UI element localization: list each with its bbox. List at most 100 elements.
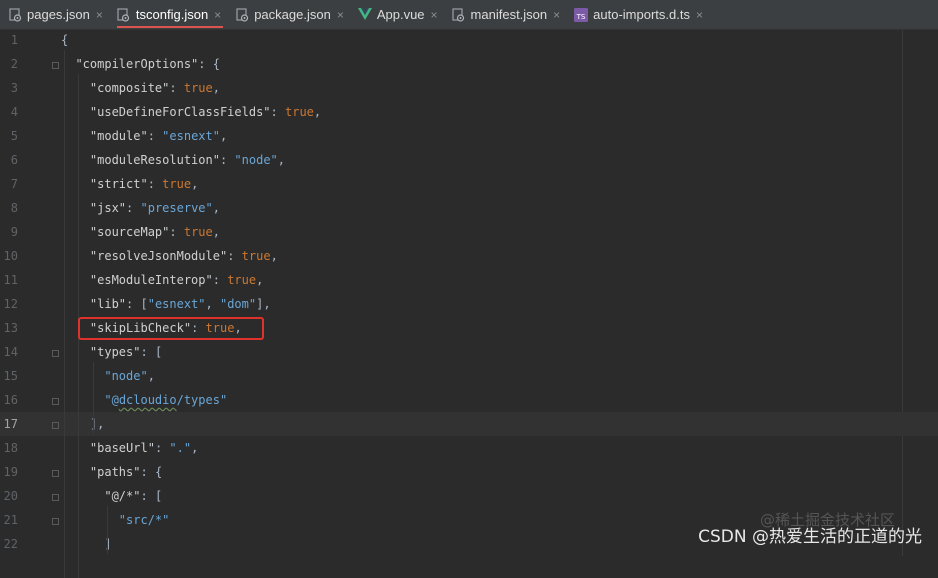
fold-marker-icon[interactable] [52,494,59,501]
code-text: "sourceMap": true, [89,225,220,239]
tab-manifest-json[interactable]: manifest.json × [444,0,567,29]
line-number: 2 [10,57,18,71]
code-line[interactable]: 3 "composite": true, [0,76,938,100]
code-line[interactable]: 16 "@dcloudio/types" [0,388,938,412]
code-text: "paths": { [89,465,163,479]
line-number: 9 [10,225,18,239]
line-number: 11 [3,273,18,287]
code-text: "jsx": "preserve", [89,201,220,215]
code-line[interactable]: 9 "sourceMap": true, [0,220,938,244]
line-number: 19 [3,465,18,479]
tab-label: manifest.json [470,7,548,22]
line-number: 17 [3,417,18,431]
code-text: "moduleResolution": "node", [89,153,286,167]
code-text: "node", [104,369,155,383]
line-number: 8 [10,201,18,215]
tab-package-json[interactable]: package.json × [227,0,350,29]
tab-label: pages.json [27,7,90,22]
tab-app-vue[interactable]: App.vue × [350,0,444,29]
svg-text:TS: TS [576,13,586,21]
code-line[interactable]: 15 "node", [0,364,938,388]
code-line[interactable]: 19 "paths": { [0,460,938,484]
code-text: ], [61,417,105,431]
code-editor[interactable]: 1{2 "compilerOptions": {3 "composite": t… [0,28,938,578]
fold-marker-icon[interactable] [52,62,59,69]
code-text: "@dcloudio/types" [104,393,228,407]
tab-label: package.json [254,7,331,22]
typescript-icon: TS [574,7,589,22]
line-number: 4 [10,105,18,119]
code-text: "strict": true, [89,177,199,191]
line-number: 15 [3,369,18,383]
json-gear-icon [8,7,22,22]
tab-tsconfig-json[interactable]: tsconfig.json × [109,0,227,29]
fold-marker-icon[interactable] [52,422,59,429]
code-line[interactable]: 4 "useDefineForClassFields": true, [0,100,938,124]
fold-marker-icon[interactable] [52,518,59,525]
json-gear-icon [117,7,131,22]
tab-auto-imports-d-ts[interactable]: TS auto-imports.d.ts × [566,0,709,29]
line-number: 14 [3,345,18,359]
code-line[interactable]: 18 "baseUrl": ".", [0,436,938,460]
line-number: 21 [3,513,18,527]
line-number: 18 [3,441,18,455]
code-line[interactable]: 5 "module": "esnext", [0,124,938,148]
code-text: "@/*": [ [104,489,163,503]
code-line[interactable]: 1{ [0,28,938,52]
code-line[interactable]: 10 "resolveJsonModule": true, [0,244,938,268]
tab-label: auto-imports.d.ts [593,7,690,22]
line-number: 16 [3,393,18,407]
code-text: "src/*" [118,513,170,527]
line-number: 10 [3,249,18,263]
line-number: 5 [10,129,18,143]
code-text: "resolveJsonModule": true, [89,249,278,263]
fold-marker-icon[interactable] [52,470,59,477]
line-number: 12 [3,297,18,311]
tab-label: tsconfig.json [135,7,209,22]
indent-guide [64,50,65,578]
code-line[interactable]: 11 "esModuleInterop": true, [0,268,938,292]
skiplibcheck-highlight-box [78,317,264,340]
code-line[interactable]: 7 "strict": true, [0,172,938,196]
fold-marker-icon[interactable] [52,350,59,357]
close-icon[interactable]: × [337,8,344,22]
close-icon[interactable]: × [553,8,560,22]
code-text: "baseUrl": ".", [89,441,199,455]
indent-guide [107,506,109,554]
line-number: 6 [10,153,18,167]
code-line[interactable]: 14 "types": [ [0,340,938,364]
line-number: 22 [3,537,18,551]
indent-guide [92,362,94,434]
code-line[interactable]: 8 "jsx": "preserve", [0,196,938,220]
vue-icon [357,8,372,22]
code-line[interactable]: 2 "compilerOptions": { [0,52,938,76]
tab-label: App.vue [376,7,425,22]
code-text: "compilerOptions": { [75,57,220,71]
line-number: 3 [10,81,18,95]
fold-marker-icon[interactable] [52,398,59,405]
code-text: "esModuleInterop": true, [89,273,264,287]
code-text: "lib": ["esnext", "dom"], [89,297,271,311]
line-number: 7 [10,177,18,191]
json-gear-icon [452,7,466,22]
tab-pages-json[interactable]: pages.json × [0,0,109,29]
code-text: "module": "esnext", [89,129,228,143]
close-icon[interactable]: × [696,8,703,22]
line-number: 20 [3,489,18,503]
code-text: { [61,33,69,47]
code-line[interactable]: 12 "lib": ["esnext", "dom"], [0,292,938,316]
close-icon[interactable]: × [96,8,103,22]
code-text: "types": [ [89,345,163,359]
code-line[interactable]: 6 "moduleResolution": "node", [0,148,938,172]
code-text: "useDefineForClassFields": true, [89,105,322,119]
code-line[interactable]: 17 ], [0,412,938,436]
close-icon[interactable]: × [214,8,221,22]
watermark-csdn: CSDN @热爱生活的正道的光 [698,527,922,547]
line-number: 13 [3,321,18,335]
editor-tab-bar: pages.json × tsconfig.json × package.json × Ap… [0,0,938,30]
code-line[interactable]: 20 "@/*": [ [0,484,938,508]
code-text: ] [61,537,112,551]
line-number: 1 [10,33,18,47]
code-text: "composite": true, [89,81,220,95]
close-icon[interactable]: × [431,8,438,22]
